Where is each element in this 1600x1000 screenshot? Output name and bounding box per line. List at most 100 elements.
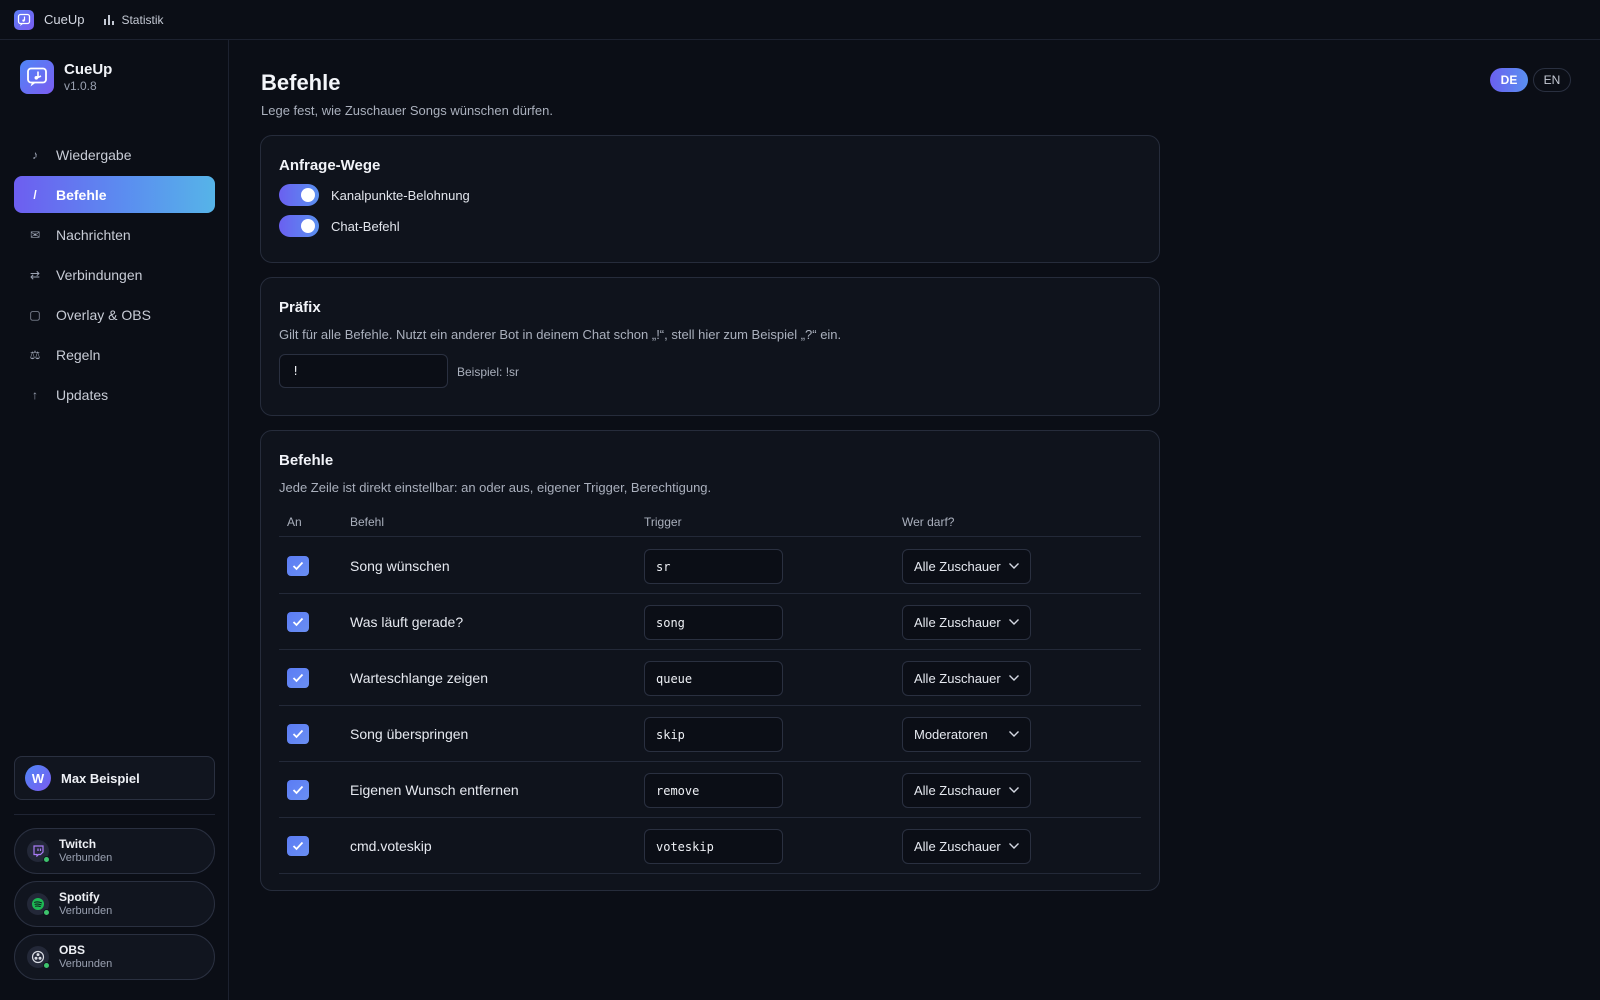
- trigger-input[interactable]: [644, 605, 783, 640]
- channel-points-row: Kanalpunkte-Belohnung: [279, 184, 470, 206]
- trigger-input[interactable]: [644, 829, 783, 864]
- commands-title: Befehle: [279, 452, 334, 469]
- prefix-input[interactable]: [279, 354, 448, 388]
- command-name: Was läuft gerade?: [350, 614, 464, 630]
- channel-points-toggle[interactable]: [279, 184, 319, 206]
- column-header-trigger: Trigger: [644, 515, 682, 529]
- slash-icon: /: [33, 187, 37, 202]
- sidebar-item-nachrichten[interactable]: ✉ Nachrichten: [14, 216, 215, 253]
- service-twitch[interactable]: Twitch Verbunden: [14, 828, 215, 874]
- top-bar: CueUp Statistik: [0, 0, 1600, 40]
- sidebar-item-regeln[interactable]: ⚖ Regeln: [14, 336, 215, 373]
- permission-select[interactable]: Alle Zuschauer: [902, 549, 1031, 584]
- chevron-down-icon: [1009, 731, 1019, 737]
- service-status: Verbunden: [59, 905, 113, 917]
- user-name: Max Beispiel: [61, 770, 140, 786]
- music-note-icon: ♪: [32, 147, 38, 162]
- command-enabled-checkbox[interactable]: [287, 836, 309, 856]
- bar-chart-icon: [104, 14, 115, 25]
- statistics-label: Statistik: [121, 12, 164, 27]
- brand-name: CueUp: [64, 61, 113, 78]
- table-row: Song überspringen Moderatoren: [279, 706, 1141, 762]
- sidebar-item-overlay[interactable]: ▢ Overlay & OBS: [14, 296, 215, 333]
- request-ways-card: Anfrage-Wege Kanalpunkte-Belohnung Chat-…: [260, 135, 1160, 263]
- trigger-input[interactable]: [644, 773, 783, 808]
- statistics-link[interactable]: Statistik: [104, 13, 163, 27]
- permission-value: Alle Zuschauer: [914, 783, 1001, 798]
- chevron-down-icon: [1009, 843, 1019, 849]
- permission-select[interactable]: Alle Zuschauer: [902, 829, 1031, 864]
- service-obs[interactable]: OBS Verbunden: [14, 934, 215, 980]
- page-subtitle: Lege fest, wie Zuschauer Songs wünschen …: [261, 103, 553, 118]
- table-row: Eigenen Wunsch entfernen Alle Zuschauer: [279, 762, 1141, 818]
- prefix-title: Präfix: [279, 299, 321, 316]
- sidebar-item-label: Updates: [56, 386, 109, 403]
- service-status: Verbunden: [59, 852, 113, 864]
- command-enabled-checkbox[interactable]: [287, 668, 309, 688]
- avatar: W: [25, 765, 51, 791]
- chat-command-label: Chat-Befehl: [331, 218, 400, 234]
- app-name[interactable]: CueUp: [44, 12, 84, 27]
- permission-select[interactable]: Alle Zuschauer: [902, 605, 1031, 640]
- sidebar: CueUp v1.0.8 ♪ Wiedergabe / Befehle ✉ Na…: [0, 40, 229, 1000]
- status-online-dot: [43, 962, 50, 969]
- column-header-who: Wer darf?: [902, 515, 955, 529]
- checkmark-icon: [292, 841, 304, 851]
- table-row: cmd.voteskip Alle Zuschauer: [279, 818, 1141, 874]
- permission-select[interactable]: Alle Zuschauer: [902, 661, 1031, 696]
- checkmark-icon: [292, 673, 304, 683]
- chat-command-toggle[interactable]: [279, 215, 319, 237]
- language-en-button[interactable]: EN: [1533, 68, 1571, 92]
- request-ways-title: Anfrage-Wege: [279, 157, 381, 174]
- column-header-command: Befehl: [350, 515, 385, 529]
- sidebar-item-befehle[interactable]: / Befehle: [14, 176, 215, 213]
- permission-select[interactable]: Moderatoren: [902, 717, 1031, 752]
- chat-command-row: Chat-Befehl: [279, 215, 400, 237]
- twitch-icon: [27, 840, 50, 863]
- table-row: Warteschlange zeigen Alle Zuschauer: [279, 650, 1141, 706]
- permission-value: Alle Zuschauer: [914, 839, 1001, 854]
- command-name: Song überspringen: [350, 726, 469, 742]
- app-logo-icon: [14, 9, 34, 30]
- cueup-logo-icon: [20, 60, 54, 94]
- scales-icon: ⚖: [29, 347, 41, 362]
- table-row: Was läuft gerade? Alle Zuschauer: [279, 594, 1141, 650]
- permission-value: Alle Zuschauer: [914, 615, 1001, 630]
- trigger-input[interactable]: [644, 661, 783, 696]
- envelope-icon: ✉: [29, 227, 41, 242]
- command-enabled-checkbox[interactable]: [287, 780, 309, 800]
- command-name: Song wünschen: [350, 558, 450, 574]
- prefix-description: Gilt für alle Befehle. Nutzt ein anderer…: [279, 327, 842, 342]
- sidebar-item-wiedergabe[interactable]: ♪ Wiedergabe: [14, 136, 215, 173]
- user-card[interactable]: W Max Beispiel: [14, 756, 215, 800]
- commands-description: Jede Zeile ist direkt einstellbar: an od…: [279, 480, 712, 495]
- table-row: Song wünschen Alle Zuschauer: [279, 538, 1141, 594]
- chevron-down-icon: [1009, 563, 1019, 569]
- sidebar-item-label: Overlay & OBS: [56, 306, 151, 323]
- command-enabled-checkbox[interactable]: [287, 724, 309, 744]
- swap-arrows-icon: ⇄: [29, 267, 41, 282]
- trigger-input[interactable]: [644, 717, 783, 752]
- trigger-input[interactable]: [644, 549, 783, 584]
- chevron-down-icon: [1009, 787, 1019, 793]
- sidebar-item-label: Regeln: [56, 346, 101, 363]
- permission-value: Alle Zuschauer: [914, 559, 1001, 574]
- status-online-dot: [43, 909, 50, 916]
- command-enabled-checkbox[interactable]: [287, 612, 309, 632]
- permission-value: Alle Zuschauer: [914, 671, 1001, 686]
- chevron-down-icon: [1009, 675, 1019, 681]
- permission-select[interactable]: Alle Zuschauer: [902, 773, 1031, 808]
- page-title: Befehle: [261, 70, 341, 95]
- checkmark-icon: [292, 729, 304, 739]
- command-enabled-checkbox[interactable]: [287, 556, 309, 576]
- sidebar-item-updates[interactable]: ↑ Updates: [14, 376, 215, 413]
- checkmark-icon: [292, 785, 304, 795]
- service-spotify[interactable]: Spotify Verbunden: [14, 881, 215, 927]
- command-name: Warteschlange zeigen: [350, 670, 489, 686]
- commands-card: Befehle Jede Zeile ist direkt einstellba…: [260, 430, 1160, 891]
- channel-points-label: Kanalpunkte-Belohnung: [331, 187, 470, 203]
- commands-table-header: An Befehl Trigger Wer darf?: [279, 515, 1141, 537]
- spotify-icon: [27, 893, 50, 916]
- sidebar-item-verbindungen[interactable]: ⇄ Verbindungen: [14, 256, 215, 293]
- language-de-button[interactable]: DE: [1490, 68, 1528, 92]
